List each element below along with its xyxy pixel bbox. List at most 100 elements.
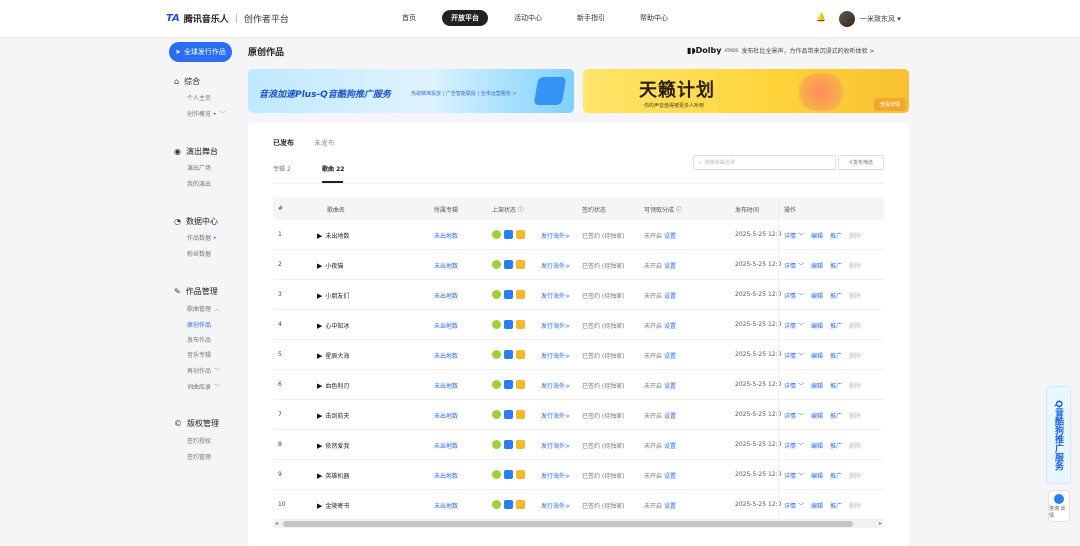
overseas-publish-link[interactable]: 发行海外>	[541, 231, 570, 240]
revenue-status: 未开启 设置	[644, 501, 676, 510]
dolby-promo-link[interactable]: ▮◗Dolby ATMOS 发布杜比全景声，为作品带来沉浸式的收听体验 >	[687, 46, 874, 55]
song-cell[interactable]: ▶ 小朋友们	[317, 291, 349, 301]
scroll-left-icon[interactable]: ◂	[275, 520, 278, 527]
song-cell[interactable]: ▶ 击剑前夫	[317, 411, 349, 421]
avatar[interactable]	[839, 11, 855, 27]
sidebar-item-homepage[interactable]: 个人主页	[187, 93, 211, 102]
scroll-right-icon[interactable]: ▸	[879, 520, 882, 527]
settings-link[interactable]: 设置	[664, 383, 676, 390]
nav-open-platform[interactable]: 开放平台	[442, 10, 488, 26]
song-cell[interactable]: ▶ 未出地数	[317, 231, 350, 241]
album-link[interactable]: 未出地数	[434, 441, 458, 450]
overseas-publish-link[interactable]: 发行海外>	[541, 501, 570, 510]
settings-link[interactable]: 设置	[664, 443, 676, 450]
play-icon[interactable]: ▶	[317, 412, 322, 420]
play-icon[interactable]: ▶	[317, 232, 322, 240]
overseas-publish-link[interactable]: 发行海外>	[541, 411, 570, 420]
settings-link[interactable]: 设置	[664, 293, 676, 300]
album-link[interactable]: 未出地数	[434, 411, 458, 420]
sidebar-section-data[interactable]: ◔ 数据中心	[174, 216, 218, 227]
sidebar-section-stage[interactable]: ◉ 演出舞台	[174, 146, 218, 157]
banner-detail-button[interactable]: 查看详情	[873, 98, 906, 111]
sidebar-item-sign-mgmt[interactable]: 签约管理	[187, 452, 211, 461]
nav-home[interactable]: 首页	[393, 10, 425, 26]
settings-link[interactable]: 设置	[664, 263, 676, 270]
sidebar-item-sign-auth[interactable]: 签约授权	[187, 436, 211, 445]
promo-banner-qmusic[interactable]: 音浪加速Plus-Q音酷狗推广服务 热歌精准投放 | 广告智能联投 | 全未运营…	[248, 69, 574, 113]
overseas-publish-link[interactable]: 发行海外>	[541, 261, 570, 270]
sidebar-item-stage-square[interactable]: 演出广场	[187, 163, 211, 172]
play-icon[interactable]: ▶	[317, 352, 322, 360]
album-link[interactable]: 未出地数	[434, 261, 458, 270]
play-icon[interactable]: ▶	[317, 472, 322, 480]
song-cell[interactable]: ▶ 小夜猫	[317, 261, 343, 271]
song-cell[interactable]: ▶ 英雄机器	[317, 471, 349, 481]
sidebar-item-recreated[interactable]: 再创作品 ﹀	[187, 366, 220, 375]
song-cell[interactable]: ▶ 血色利刃	[317, 381, 349, 391]
song-cell[interactable]: ▶ 依然爱我	[317, 441, 349, 451]
subtab-albums[interactable]: 专辑 2	[273, 164, 291, 173]
sidebar-item-work-data[interactable]: 作品数据 •	[187, 233, 216, 242]
floating-promo-button[interactable]: Q音酷狗推广服务	[1046, 386, 1071, 484]
settings-link[interactable]: 设置	[664, 353, 676, 360]
play-icon[interactable]: ▶	[317, 382, 322, 390]
publish-button[interactable]: ➤ 全球发行作品	[169, 42, 232, 62]
settings-link[interactable]: 设置	[664, 233, 676, 240]
search-input[interactable]: ⌕ 搜索歌曲名称	[693, 155, 836, 170]
song-cell[interactable]: ▶ 星辰大海	[317, 351, 349, 361]
overseas-publish-link[interactable]: 发行海外>	[541, 321, 570, 330]
brand-logo[interactable]: TA 腾讯音乐人 创作者平台	[166, 12, 289, 25]
promo-banner-tianlai[interactable]: 天籁计划 你的声音值得被更多人听到 查看详情	[583, 69, 909, 113]
sidebar-item-published-works[interactable]: 发布作品	[187, 335, 211, 344]
tab-published[interactable]: 已发布	[273, 138, 294, 148]
sidebar-item-song-mgmt[interactable]: 歌曲管理 ︿	[187, 304, 220, 313]
album-link[interactable]: 未出地数	[434, 501, 458, 510]
play-icon[interactable]: ▶	[317, 502, 322, 510]
dolby-icon: ▮◗	[687, 46, 696, 55]
nav-guide[interactable]: 新手指引	[568, 10, 614, 26]
settings-link[interactable]: 设置	[664, 473, 676, 480]
nav-help[interactable]: 帮助中心	[631, 10, 677, 26]
revenue-value: 未开启	[644, 263, 663, 270]
filter-button[interactable]: ⚲ 发布筛选	[838, 155, 884, 170]
sidebar-item-fan-data[interactable]: 粉丝数据	[187, 249, 211, 258]
sidebar-section-works[interactable]: ✎ 作品管理	[174, 286, 218, 297]
tab-unpublished[interactable]: 未发布	[314, 138, 335, 148]
username[interactable]: 一米致东风 ▾	[860, 14, 901, 24]
album-link[interactable]: 未出地数	[434, 291, 458, 300]
subtab-songs[interactable]: 歌曲 22	[322, 164, 344, 173]
floating-help-button[interactable]: 咨询 反馈	[1048, 490, 1070, 522]
play-icon[interactable]: ▶	[317, 262, 322, 270]
play-icon[interactable]: ▶	[317, 322, 322, 330]
sidebar-item-albums[interactable]: 音乐专辑	[187, 350, 211, 359]
settings-link[interactable]: 设置	[664, 413, 676, 420]
album-link[interactable]: 未出地数	[434, 231, 458, 240]
song-cell[interactable]: ▶ 金陵寄书	[317, 501, 349, 511]
sidebar-section-copyright[interactable]: © 版权管理	[174, 418, 219, 429]
sidebar-item-lyrics-library[interactable]: 词曲库录 ﹀	[187, 382, 220, 391]
overseas-publish-link[interactable]: 发行海外>	[541, 291, 570, 300]
sidebar-item-original-works[interactable]: 原创作品	[187, 320, 211, 329]
horizontal-scrollbar[interactable]: ◂ ▸	[273, 520, 884, 528]
song-name: 未出地数	[325, 233, 350, 240]
overseas-publish-link[interactable]: 发行海外>	[541, 441, 570, 450]
kugou-icon	[504, 380, 513, 389]
play-icon[interactable]: ▶	[317, 292, 322, 300]
sidebar-item-my-shows[interactable]: 我的演出	[187, 179, 211, 188]
album-link[interactable]: 未出地数	[434, 321, 458, 330]
scroll-thumb[interactable]	[283, 521, 853, 527]
bell-icon[interactable]: 🔔	[816, 13, 826, 23]
sidebar-item-creation-overview[interactable]: 创作概览 • ﹀	[187, 109, 225, 118]
album-link[interactable]: 未出地数	[434, 471, 458, 480]
nav-activity[interactable]: 活动中心	[505, 10, 551, 26]
settings-link[interactable]: 设置	[664, 323, 676, 330]
album-link[interactable]: 未出地数	[434, 351, 458, 360]
overseas-publish-link[interactable]: 发行海外>	[541, 471, 570, 480]
overseas-publish-link[interactable]: 发行海外>	[541, 381, 570, 390]
settings-link[interactable]: 设置	[664, 503, 676, 510]
sidebar-section-overview[interactable]: ⌂ 综合	[174, 76, 200, 87]
play-icon[interactable]: ▶	[317, 442, 322, 450]
overseas-publish-link[interactable]: 发行海外>	[541, 351, 570, 360]
song-cell[interactable]: ▶ 心中知冰	[317, 321, 349, 331]
album-link[interactable]: 未出地数	[434, 381, 458, 390]
